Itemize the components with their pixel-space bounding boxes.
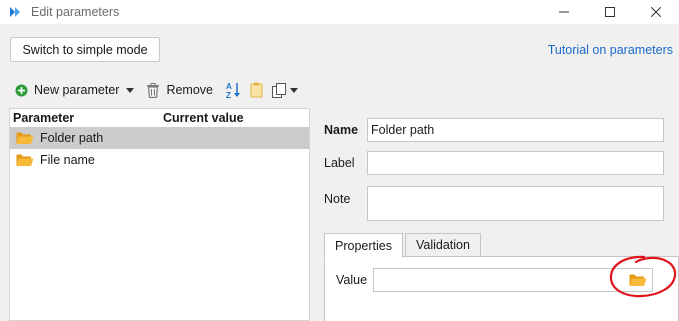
maximize-button[interactable] — [587, 0, 633, 24]
trash-icon — [147, 82, 160, 98]
name-field[interactable]: Folder path — [367, 118, 664, 142]
paste-button[interactable] — [250, 78, 263, 102]
clipboard-icon — [250, 82, 263, 98]
note-field[interactable] — [367, 186, 664, 221]
top-bar: Switch to simple mode Tutorial on parame… — [0, 24, 679, 74]
add-circle-icon — [15, 84, 28, 96]
minimize-icon — [559, 11, 569, 13]
minimize-button[interactable] — [541, 0, 587, 24]
tree-row-folder-path[interactable]: Folder path — [10, 127, 309, 149]
parameter-tree: Parameter Current value Folder path File… — [9, 108, 310, 321]
label-field[interactable] — [367, 151, 664, 175]
window-title: Edit parameters — [31, 5, 120, 19]
copy-icon — [272, 82, 286, 98]
title-bar: Edit parameters — [0, 0, 679, 24]
close-icon — [651, 7, 661, 17]
parameter-details: Name Folder path Label Note Properties V… — [316, 108, 679, 321]
maximize-icon — [605, 7, 615, 17]
app-logo-icon — [9, 6, 23, 18]
window-controls — [541, 0, 679, 24]
label-row: Label — [324, 151, 664, 175]
detail-tabs: Properties Validation — [324, 233, 481, 258]
tab-properties[interactable]: Properties — [324, 233, 403, 258]
value-label: Value — [336, 273, 368, 287]
tutorial-link[interactable]: Tutorial on parameters — [548, 43, 673, 57]
copy-caret-icon[interactable] — [290, 87, 298, 93]
svg-text:Z: Z — [226, 91, 231, 99]
close-button[interactable] — [633, 0, 679, 24]
sort-icon: A Z — [226, 82, 240, 99]
sort-button[interactable]: A Z — [226, 78, 242, 102]
folder-open-icon — [629, 274, 647, 286]
folder-icon — [16, 131, 34, 145]
copy-button[interactable] — [272, 78, 298, 102]
note-row: Note — [324, 186, 664, 221]
header-parameter[interactable]: Parameter — [10, 111, 163, 125]
folder-icon — [16, 153, 34, 167]
value-field[interactable] — [373, 268, 653, 292]
name-label: Name — [324, 123, 359, 137]
caret-down-icon[interactable] — [126, 87, 135, 93]
switch-simple-mode-button[interactable]: Switch to simple mode — [10, 37, 160, 62]
name-row: Name Folder path — [324, 118, 664, 142]
tree-row-label: Folder path — [40, 131, 104, 145]
remove-button[interactable]: Remove — [146, 78, 213, 102]
tree-header: Parameter Current value — [10, 109, 309, 127]
note-label: Note — [324, 192, 351, 206]
new-parameter-button[interactable]: New parameter — [15, 78, 135, 102]
label-label: Label — [324, 156, 355, 170]
new-parameter-label: New parameter — [34, 83, 120, 97]
parameter-toolbar: New parameter Remove A Z — [0, 76, 310, 104]
properties-panel: Value — [324, 256, 679, 321]
header-current-value[interactable]: Current value — [163, 111, 244, 125]
svg-text:A: A — [226, 82, 232, 91]
remove-label: Remove — [166, 83, 213, 97]
tab-validation[interactable]: Validation — [404, 233, 481, 257]
browse-folder-button[interactable] — [628, 271, 648, 289]
tree-row-file-name[interactable]: File name — [10, 149, 309, 171]
tree-row-label: File name — [40, 153, 95, 167]
